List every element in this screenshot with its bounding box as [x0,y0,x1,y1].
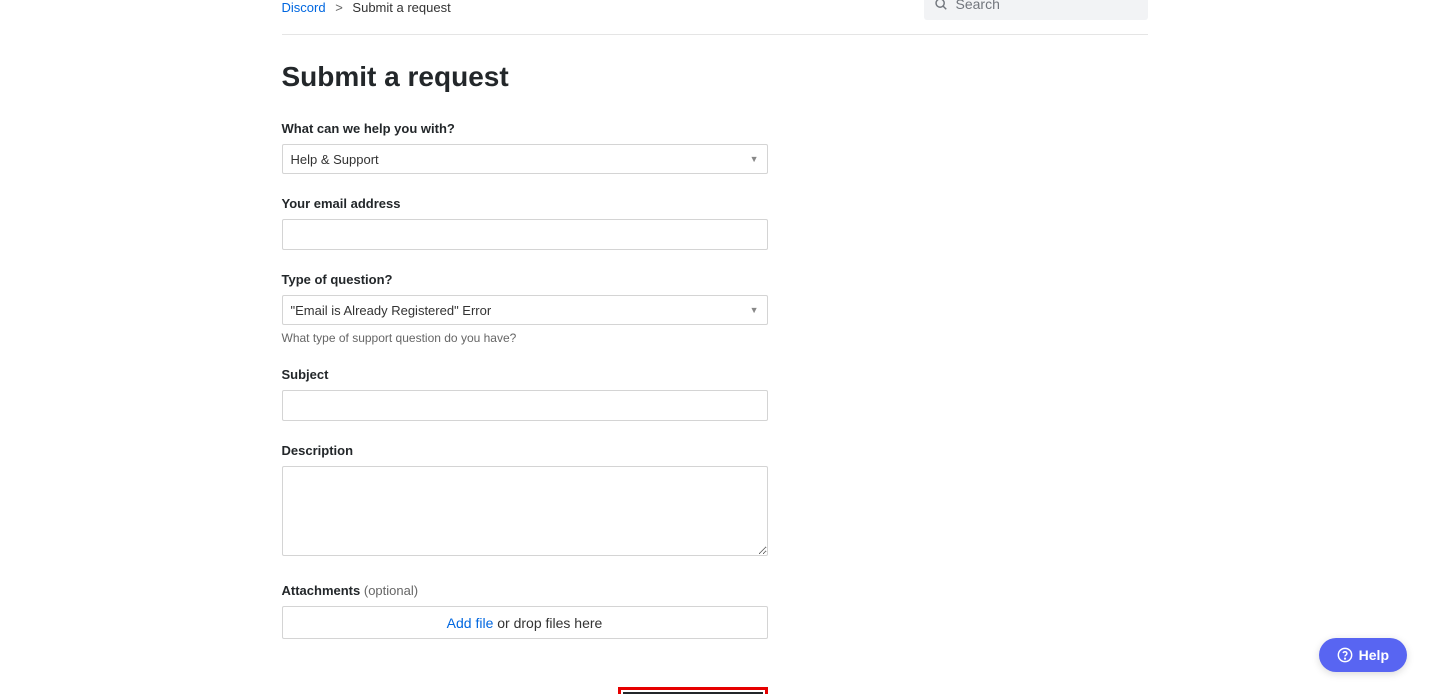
drop-files-text: or drop files here [493,615,602,631]
breadcrumb-separator: > [335,0,343,15]
: Submit [618,687,768,694]
search-icon [934,0,948,11]
search-input[interactable] [956,0,1138,12]
field-question-type: Type of question? "Email is Already Regi… [282,272,768,345]
help-with-label: What can we help you with? [282,121,768,136]
help-widget-button[interactable]: Help [1319,638,1407,672]
add-file-link[interactable]: Add file [447,615,494,631]
description-label: Description [282,443,768,458]
attachments-label: Attachments (optional) [282,583,768,598]
email-input[interactable] [282,219,768,250]
field-help-with: What can we help you with? Help & Suppor… [282,121,768,174]
main-container: Discord > Submit a request Submit a requ… [282,0,1148,694]
page-scroll-area[interactable]: Discord > Submit a request Submit a requ… [0,0,1429,694]
description-textarea[interactable] [282,466,768,556]
attachments-optional-text: (optional) [364,583,418,598]
breadcrumb-current: Submit a request [352,0,450,15]
question-type-hint: What type of support question do you hav… [282,331,768,345]
field-attachments: Attachments (optional) Add file or drop … [282,583,768,639]
breadcrumb-root-link[interactable]: Discord [282,0,326,15]
field-description: Description [282,443,768,561]
search-box[interactable] [924,0,1148,20]
top-row: Discord > Submit a request [282,0,1148,35]
submit-wrapper: Submit [282,687,768,694]
attachments-dropzone[interactable]: Add file or drop files here [282,606,768,639]
question-type-select[interactable]: "Email is Already Registered" Error ▼ [282,295,768,325]
field-email: Your email address [282,196,768,250]
help-with-select[interactable]: Help & Support ▼ [282,144,768,174]
page-title: Submit a request [282,61,1148,93]
email-label: Your email address [282,196,768,211]
field-subject: Subject [282,367,768,421]
help-with-selected-value: Help & Support [291,152,379,167]
breadcrumb: Discord > Submit a request [282,0,451,15]
request-form: What can we help you with? Help & Suppor… [282,121,768,694]
question-type-label: Type of question? [282,272,768,287]
chevron-down-icon: ▼ [750,305,759,315]
chevron-down-icon: ▼ [750,154,759,164]
help-widget-label: Help [1359,647,1389,663]
help-icon [1337,647,1353,663]
subject-label: Subject [282,367,768,382]
attachments-label-text: Attachments [282,583,361,598]
subject-input[interactable] [282,390,768,421]
question-type-selected-value: "Email is Already Registered" Error [291,303,492,318]
